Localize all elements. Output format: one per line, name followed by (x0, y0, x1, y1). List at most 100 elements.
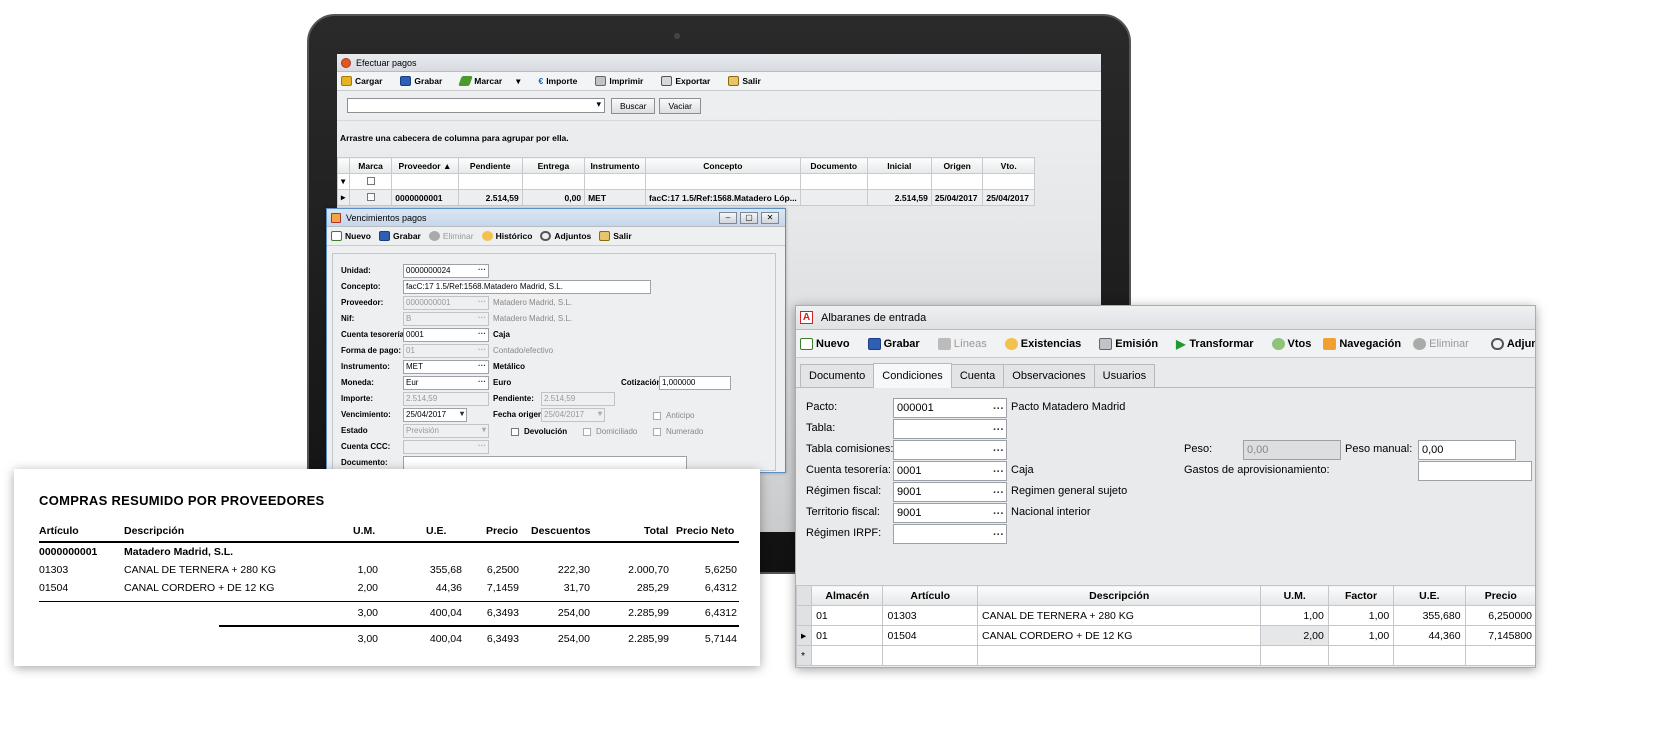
lookup-icon[interactable]: ··· (478, 376, 486, 388)
close-icon[interactable]: ✕ (761, 211, 779, 224)
cuenta-field[interactable]: 0001 ··· (893, 461, 1007, 481)
col-factor[interactable]: Factor (1327, 585, 1395, 606)
col-origen[interactable]: Origen (930, 157, 984, 174)
lookup-icon[interactable]: ··· (993, 421, 1004, 439)
existencias-button[interactable]: Existencias (1004, 337, 1081, 350)
grid-cell[interactable]: 01 (811, 605, 884, 626)
filter-cell[interactable] (930, 173, 984, 190)
filter-cell[interactable] (644, 173, 801, 190)
nif-field[interactable]: B ··· (403, 312, 489, 326)
cell-vto[interactable]: 25/04/2017 (982, 189, 1035, 206)
grabar-button[interactable]: Grabar (400, 76, 442, 86)
col-um[interactable]: U.M. (1260, 585, 1329, 606)
table-row[interactable]: ▸ 0000000001 2.514,59 0,00 MET facC:17 1… (337, 189, 1035, 206)
numerado-checkbox[interactable] (653, 428, 661, 436)
col-articulo[interactable]: Artículo (882, 585, 978, 606)
fecha-origen-field[interactable]: 25/04/2017 ▾ (541, 408, 605, 422)
estado-field[interactable]: Previsión ▾ (403, 424, 489, 438)
eliminar-button[interactable]: Eliminar (1413, 337, 1469, 350)
instrumento-field[interactable]: MET ··· (403, 360, 489, 374)
vaciar-button[interactable]: Vaciar (659, 97, 701, 114)
grid-cell[interactable] (811, 645, 884, 666)
col-ue[interactable]: U.E. (1393, 585, 1466, 606)
col-almacen[interactable]: Almacén (811, 585, 884, 606)
lineas-button[interactable]: Líneas (937, 337, 987, 350)
irpf-field[interactable]: ··· (893, 524, 1007, 544)
nuevo-button[interactable]: Nuevo (331, 231, 371, 241)
grid-cell[interactable] (1260, 645, 1329, 666)
importe-button[interactable]: € Importe (538, 76, 577, 86)
vencimiento-field[interactable]: 25/04/2017 ▾ (403, 408, 467, 422)
peso-manual-field[interactable]: 0,00 (1418, 440, 1516, 460)
filter-cell[interactable] (799, 173, 868, 190)
grid-cell[interactable]: 44,360 (1393, 625, 1466, 646)
pacto-field[interactable]: 000001 ··· (893, 398, 1007, 418)
salir-button[interactable]: Salir (728, 76, 761, 86)
grid-cell[interactable] (1327, 645, 1395, 666)
regimen-field[interactable]: 9001 ··· (893, 482, 1007, 502)
grid-cell[interactable]: 2,00 (1260, 625, 1329, 646)
domiciliado-checkbox[interactable] (583, 428, 591, 436)
lookup-icon[interactable]: ··· (478, 328, 486, 340)
emision-button[interactable]: Emisión (1099, 337, 1158, 350)
tab-cuenta[interactable]: Cuenta (950, 364, 1005, 387)
grid-cell[interactable]: 01 (811, 625, 884, 646)
proveedor-field[interactable]: 0000000001 ··· (403, 296, 489, 310)
imprimir-button[interactable]: Imprimir (595, 76, 643, 86)
col-descripcion[interactable]: Descripción (976, 585, 1262, 606)
historico-button[interactable]: Histórico (481, 231, 532, 241)
tab-documento[interactable]: Documento (800, 364, 875, 387)
lookup-icon[interactable]: ··· (993, 505, 1004, 523)
lookup-icon[interactable]: ··· (478, 360, 486, 372)
transformar-button[interactable]: ▶ Transformar (1176, 337, 1253, 351)
filter-marca[interactable] (348, 173, 393, 190)
col-concepto[interactable]: Concepto (644, 157, 801, 174)
grid-cell[interactable]: 1,00 (1327, 605, 1395, 626)
navegacion-button[interactable]: Navegación (1323, 337, 1401, 350)
col-inicial[interactable]: Inicial (866, 157, 932, 174)
maximize-icon[interactable]: ▢ (740, 211, 758, 224)
tab-condiciones[interactable]: Condiciones (873, 363, 952, 388)
forma-field[interactable]: 01 ··· (403, 344, 489, 358)
adjuntos-button[interactable]: Adjuntos (540, 231, 591, 241)
lookup-icon[interactable]: ··· (993, 442, 1004, 460)
marcar-button[interactable]: Marcar ▾ (458, 76, 520, 87)
anticipo-checkbox[interactable] (653, 412, 661, 420)
grid-cell[interactable]: 01504 (882, 625, 978, 646)
cargar-button[interactable]: Cargar (341, 76, 382, 86)
table-row[interactable]: 01 01303 CANAL DE TERNERA + 280 KG 1,00 1,00… (796, 605, 1535, 626)
cell-entrega[interactable]: 0,00 (521, 189, 586, 206)
grid-cell[interactable] (882, 645, 978, 666)
cell-proveedor[interactable]: 0000000001 (391, 189, 459, 206)
grid-cell[interactable]: 1,00 (1260, 605, 1329, 626)
territorio-field[interactable]: 9001 ··· (893, 503, 1007, 523)
cuenta-field[interactable]: 0001 ··· (403, 328, 489, 342)
col-proveedor[interactable]: Proveedor ▲ (391, 157, 459, 174)
cell-documento[interactable] (799, 189, 868, 206)
filter-cell[interactable] (584, 173, 646, 190)
tab-usuarios[interactable]: Usuarios (1093, 364, 1156, 387)
grid-cell[interactable]: 1,00 (1327, 625, 1395, 646)
row-marca[interactable] (348, 189, 393, 206)
devolucion-checkbox[interactable] (511, 428, 519, 436)
col-marca[interactable]: Marca (348, 157, 393, 174)
grid-cell[interactable]: CANAL DE TERNERA + 280 KG (976, 605, 1262, 626)
grid-cell[interactable] (1464, 645, 1535, 666)
minimize-icon[interactable]: – (719, 211, 737, 224)
lookup-icon[interactable]: ··· (478, 264, 486, 276)
col-pendiente[interactable]: Pendiente (457, 157, 523, 174)
cuenta-ccc-field[interactable]: ··· (403, 440, 489, 454)
checkbox[interactable] (366, 176, 375, 185)
grid-cell[interactable]: 7,145800 (1464, 625, 1535, 646)
col-precio[interactable]: Precio (1464, 585, 1535, 606)
grid-cell[interactable]: 6,250000 (1464, 605, 1535, 626)
pendiente-field[interactable]: 2.514,59 (541, 392, 615, 406)
salir-button[interactable]: Salir (599, 231, 632, 241)
grid-cell[interactable]: 01303 (882, 605, 978, 626)
filter-cell[interactable] (866, 173, 932, 190)
buscar-button[interactable]: Buscar (611, 97, 656, 114)
chevron-down-icon[interactable]: ▾ (460, 408, 464, 420)
checkbox[interactable] (366, 192, 375, 201)
col-entrega[interactable]: Entrega (521, 157, 586, 174)
grid-cell[interactable] (1393, 645, 1466, 666)
